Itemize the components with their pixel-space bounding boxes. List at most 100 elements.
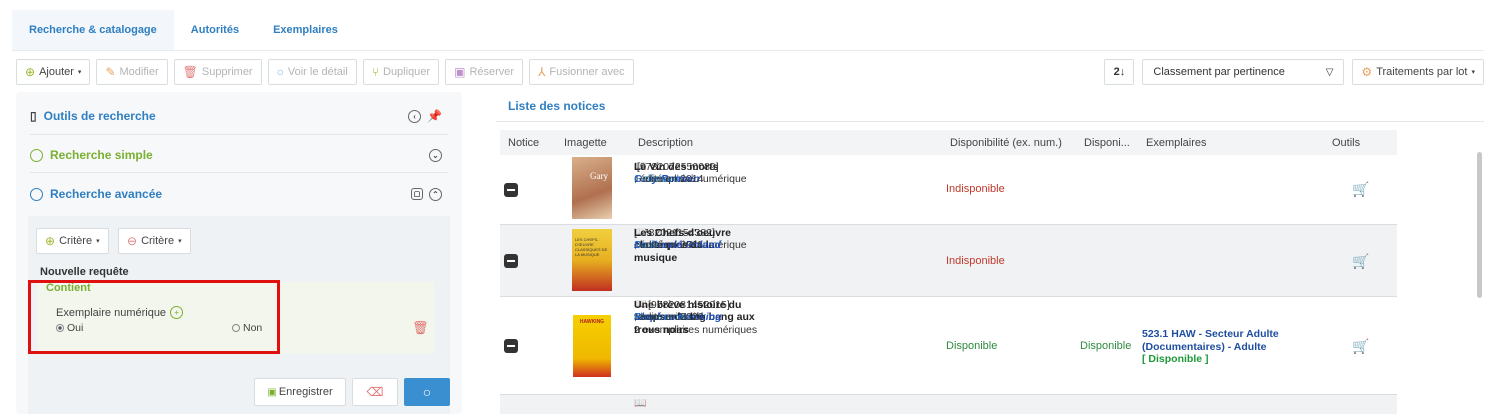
funnel-icon: ▽ [1325, 66, 1334, 78]
table-row[interactable]: 📖 [500, 395, 1397, 414]
record-edition: , édité en 2020 [634, 311, 704, 324]
record-edition: , édité en 2011 [634, 239, 703, 252]
holding-status: [ Disponible ] [1142, 353, 1209, 365]
cover-text: HAWKING [579, 319, 605, 325]
holding-info[interactable]: 523.1 HAW - Secteur Adulte (Documentaire… [1142, 328, 1279, 366]
reserve-button-label: Réserver [469, 66, 515, 78]
tab-autorites[interactable]: Autorités [174, 10, 256, 50]
batch-icon: ⚙ [1361, 65, 1373, 79]
magnifier-icon [30, 148, 43, 162]
chevron-down-icon[interactable]: ⌄ [429, 148, 442, 162]
mouse-icon: ▯ [30, 109, 37, 123]
availability-num: Indisponible [946, 183, 1005, 195]
table-row[interactable]: Gary 📖 Le Vin des morts [9782072550089] … [500, 155, 1397, 225]
search-tools-header[interactable]: ▯ Outils de recherche ‹ 📌 [30, 106, 442, 126]
sort-order-button[interactable]: 2↓ [1104, 59, 1135, 85]
eraser-icon: ⌫ [366, 385, 384, 399]
plus-circle-icon: ⊕ [45, 234, 56, 248]
search-icon: ○ [422, 384, 432, 400]
add-to-cart-icon[interactable]: 🛒 [1352, 253, 1369, 270]
save-button-label: Enregistrer [278, 386, 333, 398]
collapse-row-icon[interactable] [504, 254, 518, 268]
scrollbar[interactable] [1477, 152, 1482, 298]
view-detail-button[interactable]: ○ Voir le détail [267, 59, 357, 85]
clear-button[interactable]: ⌫ [352, 378, 398, 406]
record-description: 📖 Les Chefs-d'oeuvre classiques de la mu… [634, 227, 747, 264]
advanced-search-title: Recherche avancée [50, 187, 163, 201]
duplicate-button-label: Dupliquer [383, 66, 431, 78]
col-notice[interactable]: Notice [508, 137, 539, 149]
record-description: 📖 Le Vin des morts [9782072550089] Gary … [634, 161, 747, 186]
form-actions: ▣ Enregistrer ⌫ ○ [254, 378, 450, 406]
plus-circle-icon: ⊕ [25, 65, 36, 79]
col-tools[interactable]: Outils [1332, 137, 1360, 149]
availability-num: Indisponible [946, 255, 1005, 267]
add-to-cart-icon[interactable]: 🛒 [1352, 181, 1369, 198]
col-availability[interactable]: Disponi... [1084, 137, 1130, 149]
list-title: Liste des notices [508, 99, 606, 113]
col-holdings[interactable]: Exemplaires [1146, 137, 1207, 149]
collapse-row-icon[interactable] [504, 339, 518, 353]
simple-search-header[interactable]: Recherche simple ⌄ [30, 145, 442, 165]
batch-processing-button[interactable]: ⚙ Traitements par lot ▾ [1352, 59, 1484, 85]
sort-tools: 2↓ Classement par pertinence ▽ ⚙ Traitem… [1104, 59, 1484, 85]
add-to-cart-icon[interactable]: 🛒 [1352, 338, 1369, 355]
divider [30, 172, 448, 173]
reserve-button[interactable]: ▣ Réserver [445, 59, 524, 85]
merge-button-label: Fusionner avec [549, 66, 625, 78]
grid-header: Notice Imagette Description Disponibilit… [500, 130, 1397, 155]
edit-button-label: Modifier [119, 66, 159, 78]
tab-exemplaires[interactable]: Exemplaires [256, 10, 355, 50]
availability-num: Disponible [946, 340, 998, 352]
book-icon: 📖 [634, 398, 647, 409]
record-description: 📖 Une brève histoire du temps : du big b… [634, 299, 757, 336]
add-criteria-label: Critère [59, 235, 93, 247]
save-icon: ▣ [267, 386, 277, 398]
batch-processing-label: Traitements par lot [1376, 66, 1468, 78]
delete-button-label: Supprimer [201, 66, 253, 78]
magnifier-icon: ○ [276, 65, 284, 79]
duplicate-icon: ⑂ [371, 65, 379, 79]
merge-button[interactable]: ⅄ Fusionner avec [529, 59, 634, 85]
delete-button[interactable]: 🗑 Supprimer [173, 59, 262, 85]
col-availability-num[interactable]: Disponibilité (ex. num.) [950, 137, 1062, 149]
add-criteria-button[interactable]: ⊕ Critère ▾ [36, 228, 109, 254]
advanced-search-header[interactable]: Recherche avancée ▢ ⌃ [30, 184, 442, 204]
col-thumbnail[interactable]: Imagette [564, 137, 607, 149]
sort-select-value: Classement par pertinence [1153, 66, 1285, 78]
book-cover: HAWKING [573, 315, 611, 377]
add-button-label: Ajouter [39, 66, 74, 78]
cover-text: LES CHEFS-D'ŒUVRE CLASSIQUES DE LA MUSIQ… [575, 237, 608, 257]
save-button[interactable]: ▣ Enregistrer [254, 378, 346, 406]
col-description[interactable]: Description [638, 137, 693, 149]
action-toolbar: ⊕ Ajouter ▾ ✎ Modifier 🗑 Supprimer ○ Voi… [16, 59, 634, 85]
add-button[interactable]: ⊕ Ajouter ▾ [16, 59, 91, 85]
collapse-row-icon[interactable] [504, 183, 518, 197]
delete-criteria-icon[interactable]: 🗑 [412, 320, 429, 336]
search-button[interactable]: ○ [404, 378, 450, 406]
remove-criteria-button[interactable]: ⊖ Critère ▾ [118, 228, 191, 254]
sort-icon: 2↓ [1113, 66, 1126, 78]
copy-icon[interactable]: ▢ [411, 188, 423, 200]
advanced-search-icon [30, 187, 43, 201]
duplicate-button[interactable]: ⑂ Dupliquer [362, 59, 440, 85]
pin-icon[interactable]: 📌 [427, 109, 442, 123]
collapse-left-icon[interactable]: ‹ [408, 109, 422, 123]
caret-down-icon: ▾ [96, 238, 100, 245]
main-tabs: Recherche & catalogage Autorités Exempla… [12, 10, 355, 50]
availability: Disponible [1080, 340, 1132, 352]
divider [30, 134, 448, 135]
merge-icon: ⅄ [538, 65, 546, 79]
view-detail-button-label: Voir le détail [287, 66, 348, 78]
tab-divider [12, 50, 1484, 51]
sort-select[interactable]: Classement par pertinence ▽ [1142, 59, 1345, 85]
chevron-up-icon[interactable]: ⌃ [429, 187, 442, 201]
edit-button[interactable]: ✎ Modifier [96, 59, 168, 85]
holding-line1: 523.1 HAW - Secteur Adulte [1142, 328, 1279, 340]
table-row[interactable]: HAWKING 📖 Une brève histoire du temps : … [500, 297, 1397, 395]
pencil-icon: ✎ [105, 65, 116, 79]
table-row[interactable]: LES CHEFS-D'ŒUVRE CLASSIQUES DE LA MUSIQ… [500, 225, 1397, 297]
minus-circle-icon: ⊖ [127, 234, 138, 248]
remove-criteria-label: Critère [141, 235, 175, 247]
tab-recherche-catalogage[interactable]: Recherche & catalogage [12, 10, 174, 50]
